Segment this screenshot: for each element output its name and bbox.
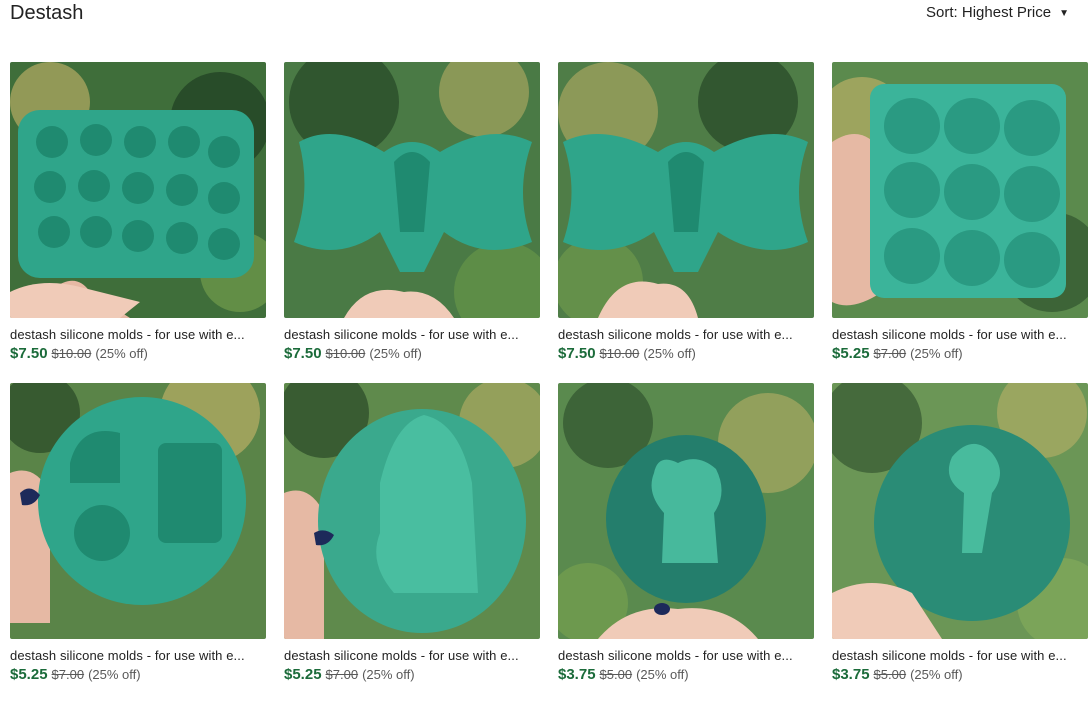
price-line: $5.25 $7.00 (25% off): [284, 666, 540, 683]
listing-image[interactable]: [10, 62, 266, 318]
sale-price: $5.25: [832, 345, 870, 362]
discount-label: (25% off): [643, 346, 696, 361]
listing-title[interactable]: destash silicone molds - for use with e.…: [284, 327, 540, 342]
listing-title[interactable]: destash silicone molds - for use with e.…: [284, 648, 540, 663]
listing-title[interactable]: destash silicone molds - for use with e.…: [558, 648, 814, 663]
listing-image[interactable]: [558, 62, 814, 318]
listing-title[interactable]: destash silicone molds - for use with e.…: [558, 327, 814, 342]
original-price: $10.00: [51, 346, 92, 361]
sale-price: $5.25: [10, 666, 48, 683]
listing-card[interactable]: destash silicone molds - for use with e.…: [10, 383, 266, 686]
price-line: $7.50 $10.00 (25% off): [10, 345, 266, 362]
listing-card[interactable]: destash silicone molds - for use with e.…: [284, 62, 540, 365]
listing-image[interactable]: [832, 62, 1088, 318]
original-price: $5.00: [873, 667, 907, 682]
listing-card[interactable]: destash silicone molds - for use with e.…: [832, 62, 1088, 365]
sale-price: $3.75: [558, 666, 596, 683]
original-price: $5.00: [599, 667, 633, 682]
page-title: Destash: [10, 2, 84, 24]
discount-label: (25% off): [88, 667, 141, 682]
discount-label: (25% off): [910, 346, 963, 361]
price-line: $7.50 $10.00 (25% off): [558, 345, 814, 362]
price-line: $5.25 $7.00 (25% off): [10, 666, 266, 683]
sale-price: $7.50: [284, 345, 322, 362]
listing-card[interactable]: destash silicone molds - for use with e.…: [284, 383, 540, 686]
discount-label: (25% off): [910, 667, 963, 682]
listing-image[interactable]: [558, 383, 814, 639]
original-price: $7.00: [51, 667, 85, 682]
price-line: $7.50 $10.00 (25% off): [284, 345, 540, 362]
listing-title[interactable]: destash silicone molds - for use with e.…: [10, 327, 266, 342]
listing-image[interactable]: [284, 62, 540, 318]
sale-price: $3.75: [832, 666, 870, 683]
listing-title[interactable]: destash silicone molds - for use with e.…: [10, 648, 266, 663]
listing-image[interactable]: [284, 383, 540, 639]
listing-title[interactable]: destash silicone molds - for use with e.…: [832, 648, 1088, 663]
listing-image[interactable]: [832, 383, 1088, 639]
original-price: $10.00: [599, 346, 640, 361]
discount-label: (25% off): [362, 667, 415, 682]
listing-card[interactable]: destash silicone molds - for use with e.…: [832, 383, 1088, 686]
price-line: $3.75 $5.00 (25% off): [832, 666, 1088, 683]
listing-card[interactable]: destash silicone molds - for use with e.…: [558, 383, 814, 686]
price-line: $5.25 $7.00 (25% off): [832, 345, 1088, 362]
sale-price: $7.50: [10, 345, 48, 362]
listing-card[interactable]: destash silicone molds - for use with e.…: [558, 62, 814, 365]
discount-label: (25% off): [636, 667, 689, 682]
original-price: $7.00: [325, 667, 359, 682]
shop-section-header: Destash Sort: Highest Price ▼: [0, 0, 1091, 40]
discount-label: (25% off): [95, 346, 148, 361]
original-price: $7.00: [873, 346, 907, 361]
listing-image[interactable]: [10, 383, 266, 639]
caret-down-icon: ▼: [1059, 8, 1069, 19]
discount-label: (25% off): [369, 346, 422, 361]
listing-title[interactable]: destash silicone molds - for use with e.…: [832, 327, 1088, 342]
listing-grid: destash silicone molds - for use with e.…: [10, 62, 1088, 686]
price-line: $3.75 $5.00 (25% off): [558, 666, 814, 683]
sale-price: $7.50: [558, 345, 596, 362]
listing-card[interactable]: destash silicone molds - for use with e.…: [10, 62, 266, 365]
sale-price: $5.25: [284, 666, 322, 683]
original-price: $10.00: [325, 346, 366, 361]
sort-dropdown[interactable]: Sort: Highest Price ▼: [926, 4, 1069, 21]
sort-label: Sort: Highest Price: [926, 4, 1052, 21]
